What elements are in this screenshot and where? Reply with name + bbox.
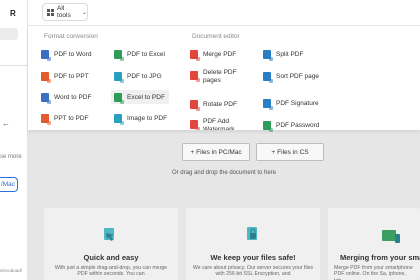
excel-to-pdf-icon xyxy=(114,92,124,104)
feature-card-safe: We keep your files safe! We care about p… xyxy=(186,208,320,280)
pdf-to-excel-icon xyxy=(114,49,124,61)
format-conversion-heading: Format conversion xyxy=(44,33,98,40)
tool-label: PDF to Word xyxy=(54,50,92,58)
files-in-cs-button[interactable]: + Files in CS xyxy=(256,143,324,161)
grid-icon xyxy=(47,8,54,16)
plus-icon: + xyxy=(271,148,276,156)
tool-pdf-to-word[interactable]: PDF to Word xyxy=(41,48,92,61)
password-icon xyxy=(263,120,273,132)
tool-label: Delete PDF pages xyxy=(203,69,237,84)
tool-add-watermark[interactable]: PDF Add Watermark xyxy=(190,118,242,130)
tool-label: PDF to PPT xyxy=(54,72,89,80)
card-body: Merge PDF from your smartphone PDF onlin… xyxy=(334,265,413,280)
tool-pdf-signature[interactable]: PDF Signature xyxy=(263,97,319,110)
tool-image-to-pdf[interactable]: Image to PDF xyxy=(114,112,168,125)
drag-drop-hint: Or drag and drop the document to here xyxy=(171,170,277,176)
tool-label: PDF Password xyxy=(276,121,320,129)
tool-label: Rotate PDF xyxy=(203,100,237,108)
files-in-pc-mac-label: Files in PC/Mac xyxy=(196,148,242,156)
rotate-pdf-icon xyxy=(190,99,200,111)
feature-card-quick: Quick and easy With just a simple drag-a… xyxy=(44,208,178,280)
quick-easy-icon xyxy=(104,228,114,241)
all-tools-label: All tools xyxy=(57,5,71,19)
upload-buttons: + Files in PC/Mac + Files in CS xyxy=(182,143,324,161)
document-editor-heading: Document editor xyxy=(192,33,240,40)
see-more-link[interactable]: se more xyxy=(0,154,22,160)
app-logo: R xyxy=(10,9,16,18)
ppt-to-pdf-icon xyxy=(41,113,51,125)
tool-delete-pdf-pages[interactable]: Delete PDF pages xyxy=(190,69,242,85)
image-to-pdf-icon xyxy=(114,113,124,125)
pdf-to-ppt-icon xyxy=(41,71,51,83)
signature-icon xyxy=(263,98,273,110)
tool-rotate-pdf[interactable]: Rotate PDF xyxy=(190,98,237,111)
tool-ppt-to-pdf[interactable]: PPT to PDF xyxy=(41,112,89,125)
sidebar-search-field[interactable] xyxy=(0,28,18,40)
feature-card-mobile: Merging from your sma Merge PDF from you… xyxy=(328,208,420,280)
lock-file-icon xyxy=(247,227,257,240)
chevron-down-icon: ⌄ xyxy=(81,9,87,16)
tool-excel-to-pdf[interactable]: Excel to PDF xyxy=(111,90,169,104)
tool-label: PPT to PDF xyxy=(54,114,89,122)
watermark-icon xyxy=(190,120,200,130)
delete-pages-icon xyxy=(190,71,200,82)
tool-label: Sort PDF page xyxy=(276,72,319,80)
tool-label: PDF to JPG xyxy=(127,72,162,80)
card-title: Merging from your sma xyxy=(340,253,420,262)
tool-pdf-password[interactable]: PDF Password xyxy=(263,119,320,132)
all-tools-button[interactable]: All tools ⌄ xyxy=(42,3,88,21)
tool-word-to-pdf[interactable]: Word to PDF xyxy=(41,91,92,104)
card-body: With just a simple drag-and-drop, you ca… xyxy=(54,265,168,278)
tool-sort-pdf-page[interactable]: Sort PDF page xyxy=(263,70,319,83)
tool-label: Word to PDF xyxy=(54,93,92,101)
left-sidebar: R ← se more /Mac s/ecudoadl xyxy=(0,0,28,280)
tool-pdf-to-ppt[interactable]: PDF to PPT xyxy=(41,70,89,83)
top-bar: All tools ⌄ xyxy=(28,0,420,26)
sidebar-divider xyxy=(0,65,28,66)
tool-label: Split PDF xyxy=(276,50,304,58)
files-pc-mac-sidebar-button[interactable]: /Mac xyxy=(0,177,18,192)
tool-merge-pdf[interactable]: Merge PDF xyxy=(190,48,237,61)
tool-split-pdf[interactable]: Split PDF xyxy=(263,48,304,61)
back-arrow-icon[interactable]: ← xyxy=(2,119,10,128)
card-title: We keep your files safe! xyxy=(210,253,296,262)
tool-label: Excel to PDF xyxy=(127,93,165,101)
tool-label: Image to PDF xyxy=(127,114,168,122)
tool-label: PDF to Excel xyxy=(127,50,165,58)
plus-icon: + xyxy=(190,148,195,156)
tool-pdf-to-excel[interactable]: PDF to Excel xyxy=(114,48,165,61)
split-pdf-icon xyxy=(263,49,273,61)
word-to-pdf-icon xyxy=(41,92,51,104)
tool-label: Merge PDF xyxy=(203,50,237,58)
pdf-mobile-icon xyxy=(382,230,400,243)
files-in-cs-label: Files in CS xyxy=(277,148,309,156)
tool-pdf-to-jpg[interactable]: PDF to JPG xyxy=(114,70,162,83)
sidebar-url-fragment: s/ecudoadl xyxy=(0,268,22,273)
files-in-pc-mac-button[interactable]: + Files in PC/Mac xyxy=(182,143,250,161)
card-title: Quick and easy xyxy=(83,253,139,262)
tool-label: PDF Signature xyxy=(276,99,319,107)
sort-pages-icon xyxy=(263,71,273,83)
pdf-to-jpg-icon xyxy=(114,71,124,83)
tool-label: PDF Add Watermark xyxy=(203,118,235,130)
all-tools-dropdown: Format conversion Document editor PDF to… xyxy=(28,26,420,132)
pdf-to-word-icon xyxy=(41,49,51,61)
merge-pdf-icon xyxy=(190,49,200,61)
card-body: We care about privacy. Our server secure… xyxy=(192,265,314,278)
